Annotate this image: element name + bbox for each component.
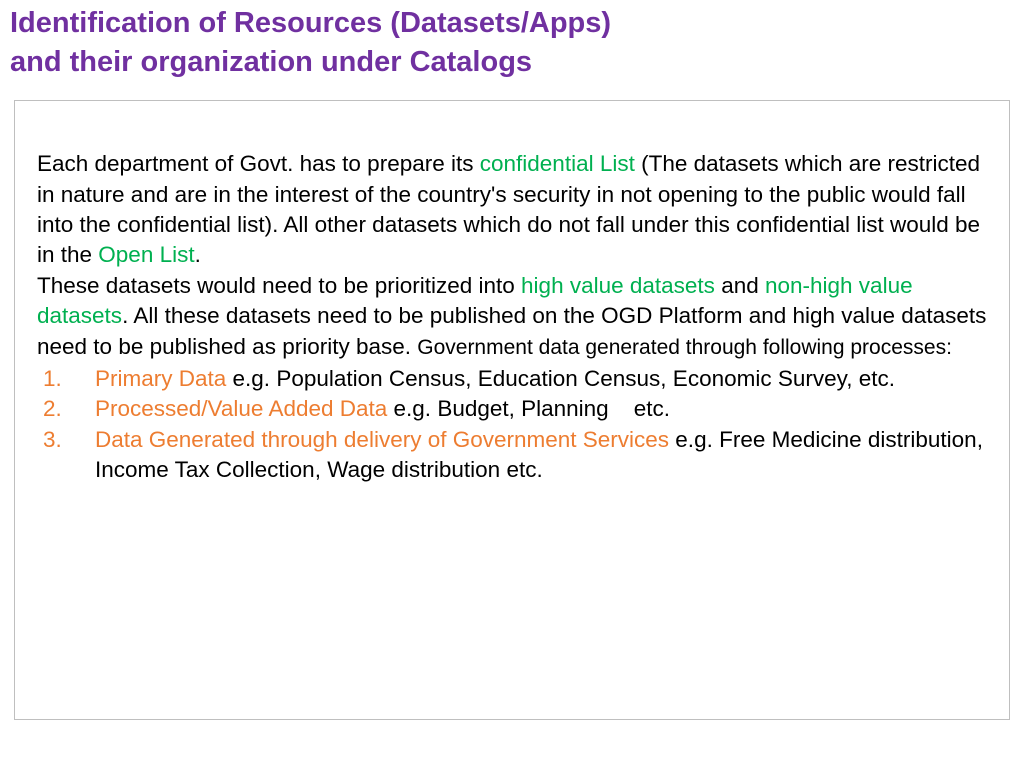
list-item-rest: e.g. Budget, Planning etc. — [387, 396, 670, 421]
list-item-rest: e.g. Population Census, Education Census… — [226, 366, 895, 391]
highlight-open-list: Open List — [98, 242, 194, 267]
highlight-confidential-list: confidential List — [480, 151, 635, 176]
p2-text-mid1: and — [715, 273, 765, 298]
title-line-2: and their organization under Catalogs — [10, 46, 532, 78]
highlight-high-value: high value datasets — [521, 273, 715, 298]
list-item: Data Generated through delivery of Gover… — [37, 425, 987, 486]
list-item: Primary Data e.g. Population Census, Edu… — [37, 364, 987, 394]
p1-text-pre: Each department of Govt. has to prepare … — [37, 151, 480, 176]
page-title: Identification of Resources (Datasets/Ap… — [0, 0, 1024, 82]
list-item-label: Processed/Value Added Data — [95, 396, 387, 421]
paragraph-2: These datasets would need to be prioriti… — [37, 271, 987, 362]
title-line-1: Identification of Resources (Datasets/Ap… — [10, 7, 611, 39]
list-item: Processed/Value Added Data e.g. Budget, … — [37, 394, 987, 424]
p2-text-pre: These datasets would need to be prioriti… — [37, 273, 521, 298]
paragraph-1: Each department of Govt. has to prepare … — [37, 149, 987, 271]
list-item-label: Data Generated through delivery of Gover… — [95, 427, 669, 452]
process-intro: Government data generated through follow… — [417, 336, 952, 359]
p1-text-end: . — [195, 242, 201, 267]
content-box: Each department of Govt. has to prepare … — [14, 100, 1010, 720]
process-list: Primary Data e.g. Population Census, Edu… — [37, 364, 987, 486]
list-item-label: Primary Data — [95, 366, 226, 391]
